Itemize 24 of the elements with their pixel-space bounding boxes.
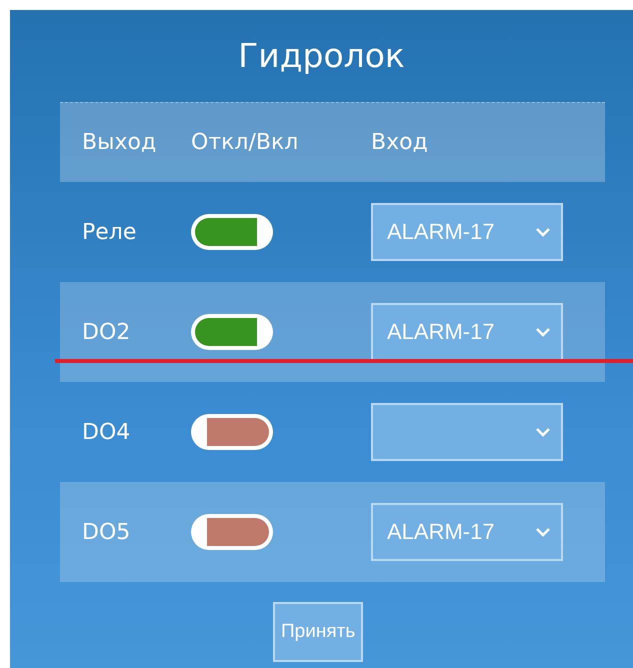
toggle-switch[interactable] xyxy=(191,514,273,550)
toggle-switch[interactable] xyxy=(191,414,273,450)
select-value: ALARM-17 xyxy=(387,219,496,245)
chevron-down-icon xyxy=(535,327,551,337)
toggle-switch[interactable] xyxy=(191,314,273,350)
column-header: Откл/Вкл xyxy=(191,130,298,155)
input-select[interactable]: ALARM-17 xyxy=(371,303,563,361)
panel-title: Гидролок xyxy=(238,35,405,77)
select-value: ALARM-17 xyxy=(387,519,496,545)
output-label: DO2 xyxy=(82,320,130,344)
output-label: DO4 xyxy=(82,420,130,444)
chevron-down-icon xyxy=(535,527,551,537)
input-select[interactable]: ALARM-17 xyxy=(371,203,563,261)
select-value: ALARM-17 xyxy=(387,319,496,345)
submit-button[interactable]: Принять xyxy=(273,602,364,662)
chevron-down-icon xyxy=(535,427,551,437)
input-select[interactable]: ALARM-17 xyxy=(371,503,563,561)
output-label: Реле xyxy=(82,220,136,244)
toggle-switch[interactable] xyxy=(191,214,273,250)
output-label: DO5 xyxy=(82,520,130,544)
column-header: Выход xyxy=(82,130,156,155)
input-select[interactable] xyxy=(371,403,563,461)
column-header: Вход xyxy=(371,130,428,155)
chevron-down-icon xyxy=(535,227,551,237)
